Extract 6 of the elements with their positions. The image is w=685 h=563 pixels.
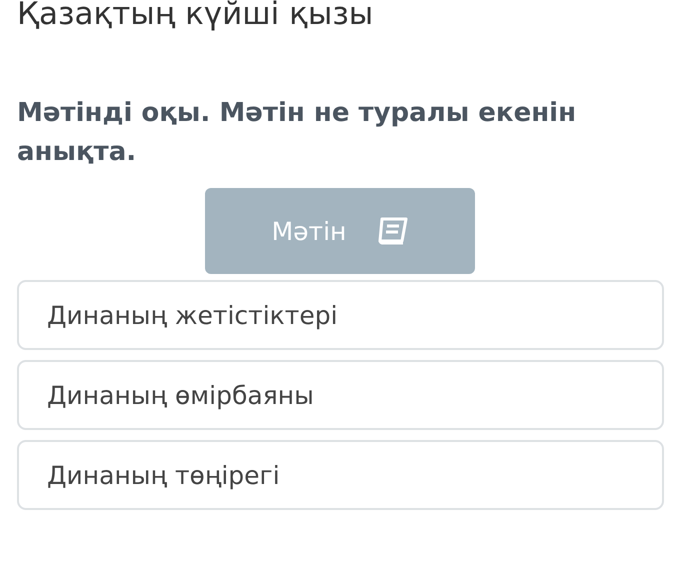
question-text: Мәтінді оқы. Мәтін не туралы екенін анықта. — [17, 97, 578, 170]
answer-option[interactable]: Динаның жетістіктері — [17, 280, 664, 350]
answer-option[interactable]: Динаның өмірбаяны — [17, 360, 664, 430]
answer-option[interactable]: Динаның төңірегі — [17, 440, 664, 510]
book-icon — [376, 217, 408, 246]
page-title: Қазақтың күйші қызы — [17, 0, 374, 34]
